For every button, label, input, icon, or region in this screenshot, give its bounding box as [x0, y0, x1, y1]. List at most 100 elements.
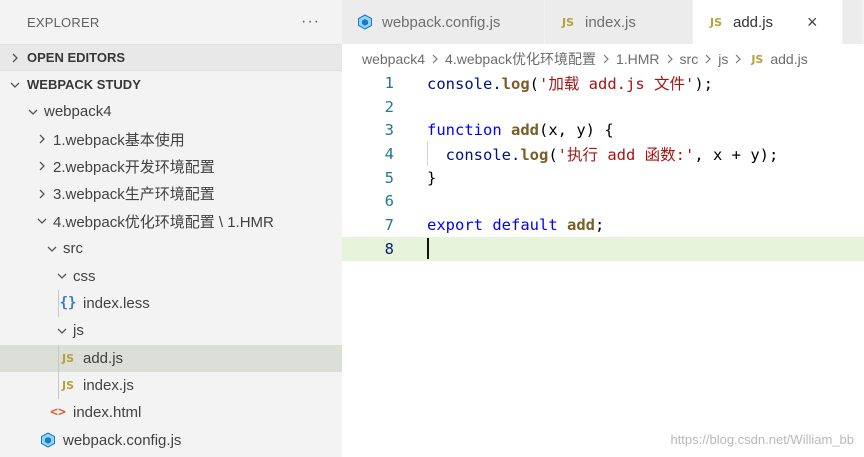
code-text: } [427, 169, 436, 187]
code-editor[interactable]: 1 console.log('加载 add.js 文件'); 2 3 funct… [342, 71, 864, 457]
tab-overflow[interactable] [843, 0, 863, 44]
code-line[interactable]: 3 function add(x, y) { [342, 118, 864, 142]
tree-file-index-less[interactable]: {} index.less [0, 289, 342, 318]
token: default [492, 215, 558, 234]
token: (x, y) { [539, 121, 614, 140]
chevron-right-icon [734, 54, 742, 64]
js-file-icon: JS [61, 351, 74, 365]
tree-file-webpack-config[interactable]: webpack.config.js [0, 427, 342, 454]
tree-label: webpack4 [44, 103, 112, 121]
tree-label: src [63, 240, 83, 258]
explorer-sidebar: EXPLORER ··· OPEN EDITORS WEBPACK STUDY … [0, 0, 342, 457]
indent-guide [58, 289, 59, 318]
chevron-down-icon [33, 216, 51, 226]
tree-file-index-js[interactable]: JS index.js [0, 371, 342, 400]
chevron-right-icon [602, 54, 610, 64]
line-number: 2 [384, 97, 394, 116]
breadcrumb-item[interactable]: 1.HMR [616, 51, 660, 67]
js-file-icon: JS [561, 15, 574, 29]
section-workspace-label: WEBPACK STUDY [27, 77, 141, 92]
tree-folder-1[interactable]: 1.webpack基本使用 [0, 125, 342, 152]
watermark: https://blog.csdn.net/William_bb [670, 432, 854, 447]
tree-label: add.js [83, 349, 124, 367]
explorer-title: EXPLORER [27, 14, 100, 30]
tree-folder-webpack4[interactable]: webpack4 [0, 98, 342, 125]
line-number: 8 [384, 239, 394, 258]
tree-file-index-html[interactable]: <> index.html [0, 399, 342, 426]
line-number: 4 [384, 144, 394, 163]
code-line[interactable]: 6 [342, 189, 864, 213]
indent-guide [58, 344, 59, 372]
code-line[interactable]: 7 export default add; [342, 213, 864, 237]
code-line-current[interactable]: 8 [342, 236, 864, 261]
token: ( [529, 74, 539, 93]
token: add [511, 121, 539, 140]
line-number: 7 [384, 215, 394, 234]
indent-guide [58, 371, 59, 400]
tree-label: index.less [83, 294, 150, 312]
token: log [501, 74, 530, 93]
token: ; [595, 215, 605, 234]
code-line[interactable]: 5 } [342, 166, 864, 190]
text-cursor [427, 238, 429, 260]
code-text: export default add; [427, 216, 604, 234]
chevron-right-icon [33, 134, 51, 144]
tree-folder-2[interactable]: 2.webpack开发环境配置 [0, 153, 342, 180]
tree-label: 4.webpack优化环境配置 \ 1.HMR [53, 213, 274, 231]
code-text [427, 238, 429, 260]
chevron-down-icon [53, 326, 71, 336]
tab-label: index.js [585, 13, 636, 31]
chevron-right-icon [666, 54, 674, 64]
tab-label: webpack.config.js [382, 13, 501, 31]
tree-label: index.js [83, 377, 134, 395]
chevron-down-icon [53, 271, 71, 281]
token: ); [694, 74, 713, 93]
breadcrumb-item[interactable]: webpack4 [362, 51, 425, 67]
token: } [427, 168, 437, 187]
breadcrumb-item[interactable]: src [680, 51, 699, 67]
webpack-cube-icon [39, 432, 57, 448]
code-line[interactable]: 4 console.log('执行 add 函数:', x + y); [342, 142, 864, 166]
token: log [520, 145, 549, 164]
tab-label: add.js [733, 13, 774, 31]
tree-folder-src[interactable]: src [0, 235, 342, 262]
code-line[interactable]: 1 console.log('加载 add.js 文件'); [342, 71, 864, 95]
tree-folder-3[interactable]: 3.webpack生产环境配置 [0, 180, 342, 207]
token: '加载 add.js 文件' [539, 74, 695, 93]
token: , x + y); [694, 145, 779, 164]
tree-folder-4-hmr[interactable]: 4.webpack优化环境配置 \ 1.HMR [0, 208, 342, 235]
tree-folder-js[interactable]: js [0, 317, 342, 344]
line-number: 3 [384, 121, 394, 140]
section-workspace[interactable]: WEBPACK STUDY [0, 71, 342, 98]
more-actions-icon[interactable]: ··· [301, 13, 320, 31]
chevron-down-icon [43, 244, 61, 254]
breadcrumb-item[interactable]: add.js [770, 51, 807, 67]
tree-label: index.html [73, 404, 142, 422]
breadcrumb-item[interactable]: js [718, 51, 728, 67]
js-file-icon: JS [61, 379, 74, 393]
token: function [427, 121, 502, 140]
line-number: 1 [384, 73, 394, 92]
section-open-editors[interactable]: OPEN EDITORS [0, 44, 342, 71]
chevron-down-icon [0, 80, 27, 90]
tab-add-js[interactable]: JS add.js × [693, 0, 843, 44]
tree-label: webpack.config.js [63, 431, 182, 449]
tree-folder-css[interactable]: css [0, 262, 342, 289]
code-line[interactable]: 2 [342, 95, 864, 119]
token: export [427, 215, 483, 234]
tree-file-add-js[interactable]: JS add.js [0, 344, 342, 372]
tab-webpack-config[interactable]: webpack.config.js [342, 0, 545, 44]
token: console. [427, 145, 521, 164]
breadcrumb-item[interactable]: 4.webpack优化环境配置 [445, 49, 596, 69]
line-number: 5 [384, 168, 394, 187]
section-open-editors-label: OPEN EDITORS [27, 50, 126, 65]
chevron-right-icon [33, 189, 51, 199]
tree-label: css [73, 267, 96, 285]
code-text: function add(x, y) { [427, 121, 614, 139]
tab-index-js[interactable]: JS index.js [545, 0, 693, 44]
tree-label: js [73, 322, 84, 340]
close-icon[interactable]: × [807, 13, 818, 31]
breadcrumb: webpack4 4.webpack优化环境配置 1.HMR src js JS… [342, 44, 864, 74]
